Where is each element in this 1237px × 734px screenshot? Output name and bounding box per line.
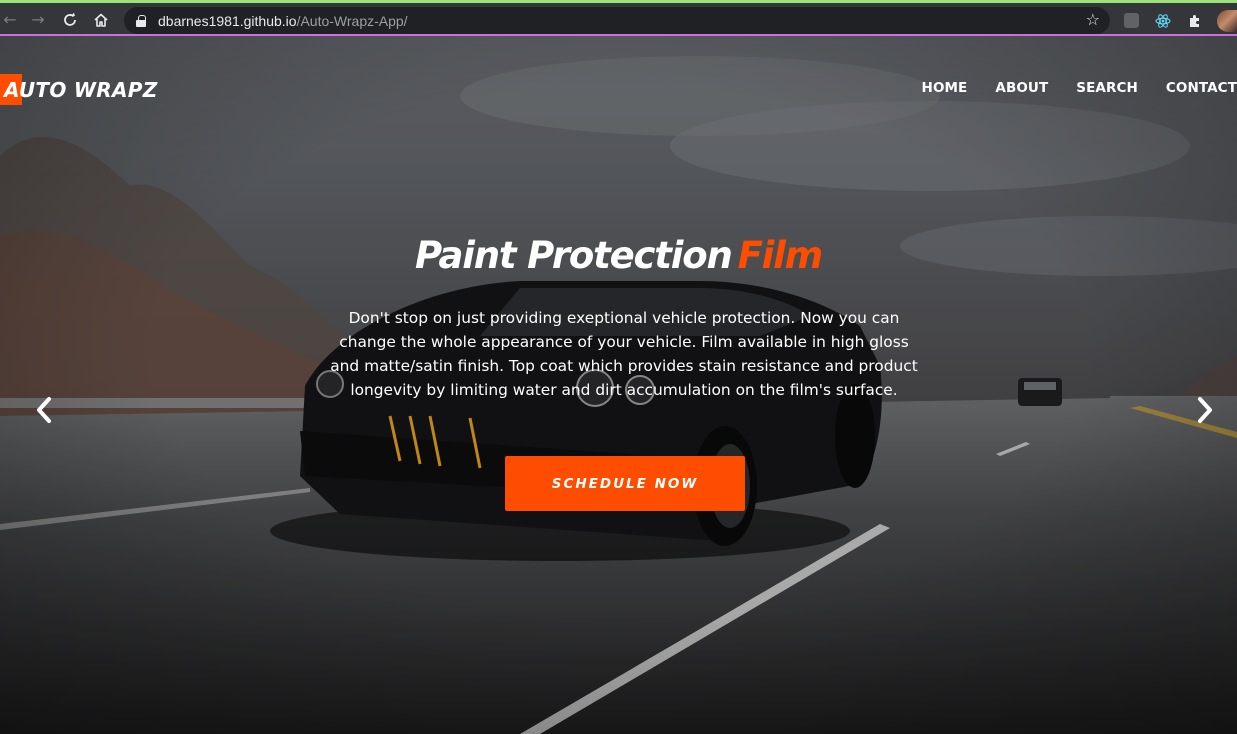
- react-devtools-icon[interactable]: [1154, 12, 1172, 30]
- puzzle-extensions-icon[interactable]: [1186, 12, 1204, 30]
- url-path: /Auto-Wrapz-App/: [296, 12, 408, 29]
- hero-title-main: Paint Protection: [414, 234, 733, 277]
- hero-title: Paint Protection Film: [0, 234, 1237, 277]
- home-icon[interactable]: [91, 10, 111, 30]
- hero-description: Don't stop on just providing exeptional …: [330, 309, 918, 399]
- url-host: dbarnes1981.github.io: [158, 12, 297, 29]
- bookmark-star-icon[interactable]: ☆: [1086, 10, 1100, 29]
- reload-icon[interactable]: [60, 10, 80, 30]
- schedule-now-button[interactable]: SCHEDULE NOW: [505, 456, 745, 511]
- carousel-prev-icon[interactable]: [32, 393, 56, 427]
- lock-icon: [136, 14, 146, 27]
- back-icon[interactable]: ←: [0, 10, 20, 30]
- main-nav: HOME ABOUT SEARCH CONTACT: [922, 80, 1237, 96]
- logo-text: AUTO WRAPZ: [4, 77, 158, 102]
- address-bar[interactable]: dbarnes1981.github.io/Auto-Wrapz-App/ ☆: [124, 7, 1110, 34]
- nav-search[interactable]: SEARCH: [1076, 80, 1138, 96]
- forward-icon[interactable]: →: [28, 10, 48, 30]
- browser-toolbar: ← → dbarnes1981.github.io/Auto-Wrapz-App…: [0, 0, 1237, 36]
- nav-about[interactable]: ABOUT: [995, 80, 1048, 96]
- carousel-next-icon[interactable]: [1193, 393, 1217, 427]
- nav-contact[interactable]: CONTACT: [1166, 80, 1237, 96]
- hero-carousel: AUTO WRAPZ HOME ABOUT SEARCH CONTACT Pai…: [0, 36, 1237, 734]
- hero-title-accent: Film: [737, 234, 824, 277]
- extension-icon[interactable]: [1124, 13, 1139, 28]
- profile-avatar[interactable]: [1217, 10, 1237, 32]
- url-text: dbarnes1981.github.io/Auto-Wrapz-App/: [158, 13, 408, 29]
- nav-home[interactable]: HOME: [922, 80, 968, 96]
- site-logo[interactable]: AUTO WRAPZ: [0, 74, 158, 105]
